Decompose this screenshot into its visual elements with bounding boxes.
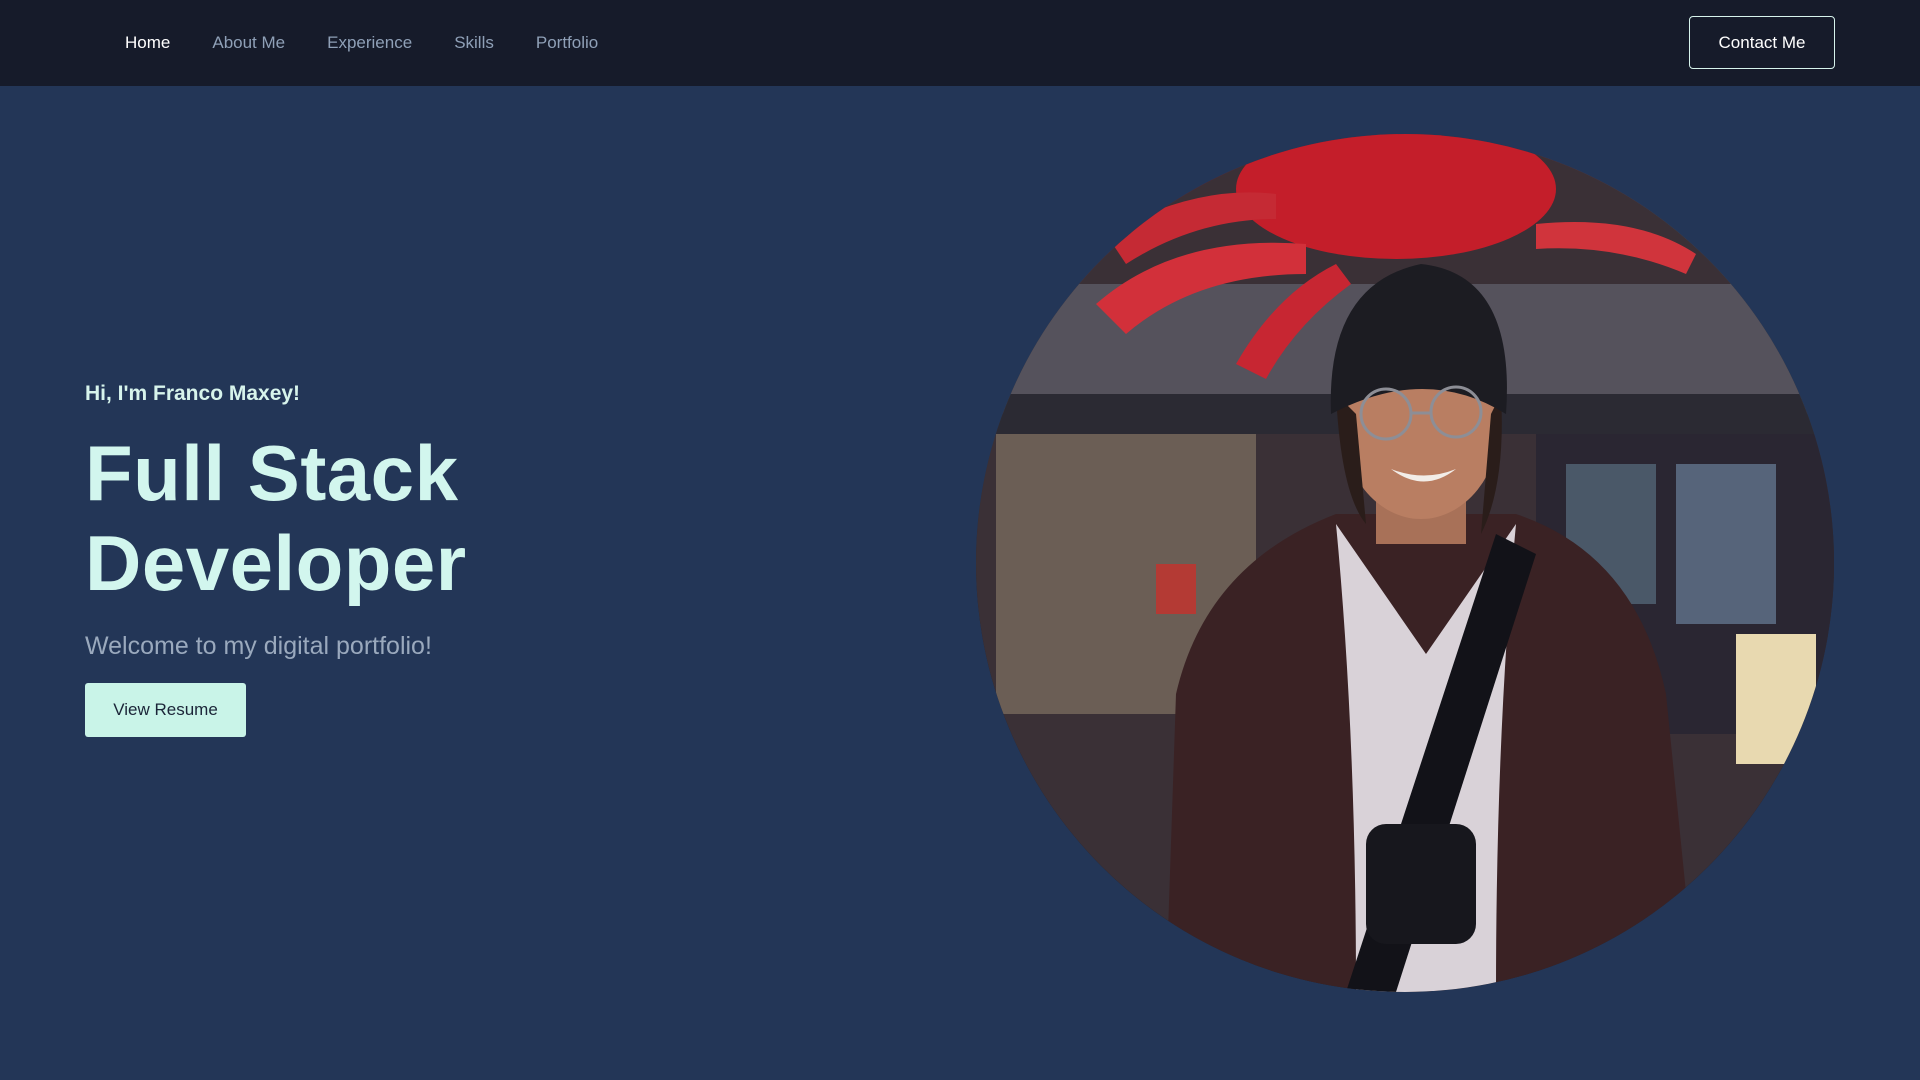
hero-greeting: Hi, I'm Franco Maxey!	[85, 382, 301, 405]
hero-title: Full Stack Developer	[85, 428, 785, 608]
contact-me-button[interactable]: Contact Me	[1689, 16, 1835, 69]
nav-link-skills[interactable]: Skills	[454, 33, 494, 53]
hero-section: Hi, I'm Franco Maxey! Full Stack Develop…	[0, 86, 1920, 1080]
hero-title-line-1: Full Stack	[85, 429, 459, 517]
nav-link-home[interactable]: Home	[125, 33, 170, 53]
nav-link-about-me[interactable]: About Me	[212, 33, 285, 53]
nav-link-portfolio[interactable]: Portfolio	[536, 33, 598, 53]
profile-photo	[976, 134, 1834, 992]
view-resume-button[interactable]: View Resume	[85, 683, 246, 737]
navbar: Home About Me Experience Skills Portfoli…	[0, 0, 1920, 86]
hero-subtitle: Welcome to my digital portfolio!	[85, 632, 432, 660]
hero-title-line-2: Developer	[85, 519, 467, 607]
nav-links: Home About Me Experience Skills Portfoli…	[125, 0, 598, 86]
hero-text: Hi, I'm Franco Maxey! Full Stack Develop…	[85, 382, 785, 737]
nav-link-experience[interactable]: Experience	[327, 33, 412, 53]
profile-photo-illustration	[976, 134, 1834, 992]
